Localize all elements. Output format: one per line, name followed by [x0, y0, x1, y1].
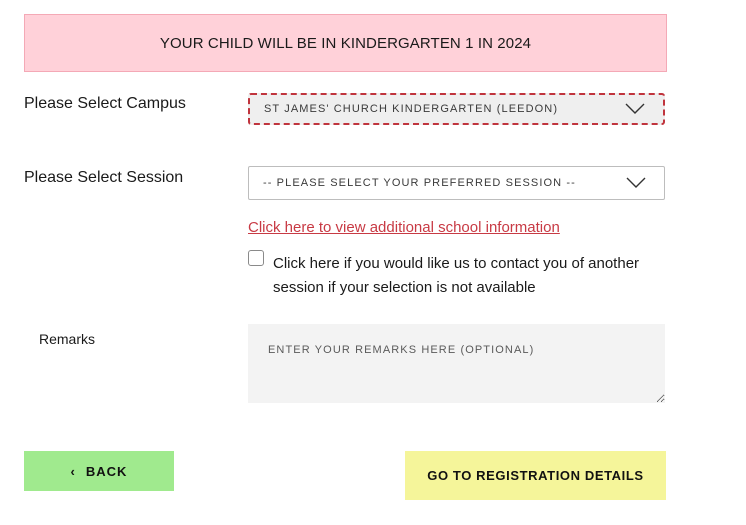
session-label: Please Select Session	[24, 169, 184, 186]
campus-select[interactable]: ST JAMES' CHURCH KINDERGARTEN (LEEDON)	[248, 93, 665, 125]
campus-selected-value: ST JAMES' CHURCH KINDERGARTEN (LEEDON)	[264, 103, 559, 115]
session-select[interactable]: -- PLEASE SELECT YOUR PREFERRED SESSION …	[248, 166, 665, 200]
go-to-registration-details-button[interactable]: GO TO REGISTRATION DETAILS	[405, 451, 666, 500]
back-button-label: BACK	[85, 463, 128, 479]
contact-other-session-label: Click here if you would like us to conta…	[273, 255, 640, 296]
banner-text: YOUR CHILD WILL BE IN KINDERGARTEN 1 IN …	[159, 34, 532, 52]
chevron-down-icon	[626, 177, 646, 188]
next-button-label: GO TO REGISTRATION DETAILS	[427, 468, 644, 483]
campus-label: Please Select Campus	[24, 95, 186, 112]
registration-form-page: YOUR CHILD WILL BE IN KINDERGARTEN 1 IN …	[0, 0, 746, 525]
contact-other-session-checkbox[interactable]	[248, 250, 264, 266]
back-button[interactable]: ‹ BACK	[24, 451, 174, 491]
remarks-textarea[interactable]	[248, 324, 665, 403]
remarks-label: Remarks	[39, 331, 96, 347]
chevron-left-icon: ‹	[70, 463, 76, 479]
session-selected-value: -- PLEASE SELECT YOUR PREFERRED SESSION …	[263, 177, 576, 189]
kindergarten-year-banner: YOUR CHILD WILL BE IN KINDERGARTEN 1 IN …	[24, 14, 667, 72]
chevron-down-icon	[625, 103, 645, 114]
additional-school-info-link[interactable]: Click here to view additional school inf…	[248, 219, 560, 236]
